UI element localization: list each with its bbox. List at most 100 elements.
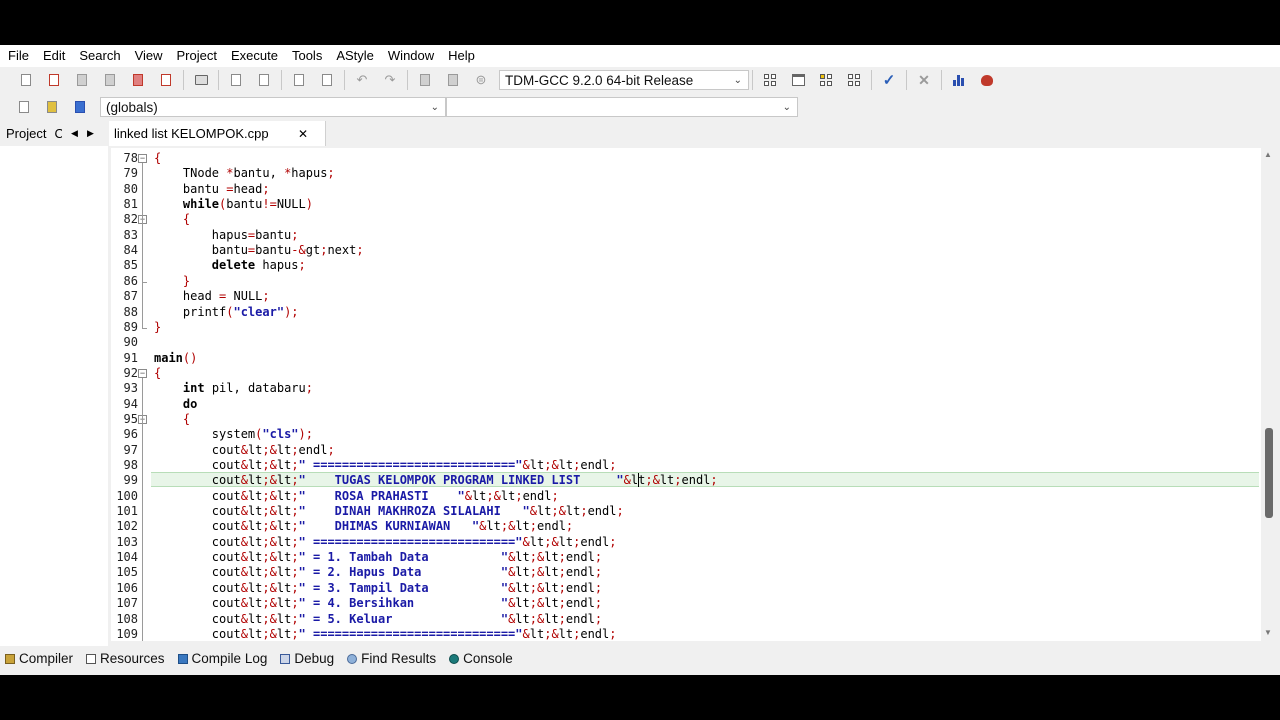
print-button[interactable] — [190, 69, 212, 91]
tab-compiler[interactable]: Compiler — [0, 651, 73, 666]
menu-file[interactable]: File — [0, 45, 36, 67]
compile-button[interactable] — [759, 69, 781, 91]
indent-button[interactable] — [288, 69, 310, 91]
save-all-button[interactable] — [99, 69, 121, 91]
tab-debug[interactable]: Debug — [275, 651, 334, 666]
menu-help[interactable]: Help — [441, 45, 482, 67]
menu-window[interactable]: Window — [381, 45, 441, 67]
code-line[interactable]: cout&lt;&lt;" TUGAS KELOMPOK PROGRAM LIN… — [154, 473, 718, 487]
code-line[interactable]: hapus=bantu; — [154, 228, 299, 242]
tab-classes[interactable]: C — [54, 126, 62, 141]
compiler-icon — [5, 653, 15, 664]
new-file-button[interactable] — [15, 69, 37, 91]
menu-astyle[interactable]: AStyle — [329, 45, 381, 67]
code-line[interactable]: TNode *bantu, *hapus; — [154, 166, 335, 180]
scroll-down-icon[interactable]: ▼ — [1264, 628, 1272, 637]
code-line[interactable]: delete hapus; — [154, 258, 306, 272]
code-line[interactable]: { — [154, 151, 161, 165]
bookmark-button[interactable] — [414, 69, 436, 91]
scrollbar-thumb[interactable] — [1265, 428, 1273, 518]
replace-button[interactable] — [253, 69, 275, 91]
tab-scroll-right-icon[interactable]: ▶ — [82, 128, 98, 139]
console-icon — [449, 653, 460, 664]
profile-button[interactable] — [948, 69, 970, 91]
goto-line-button[interactable]: ⊜ — [470, 69, 492, 91]
separator — [183, 70, 184, 90]
line-number: 93 — [123, 381, 138, 396]
rebuild-button[interactable] — [843, 69, 865, 91]
code-line[interactable]: cout&lt;&lt;" = 3. Tampil Data "&lt;&lt;… — [154, 581, 602, 595]
find-button[interactable] — [225, 69, 247, 91]
code-editor[interactable]: 78 79 80 81 82 83 84 85 86 87 88 89 90 91 92 93 94 95 96 97… — [111, 148, 1261, 641]
fold-toggle-icon[interactable]: − — [138, 154, 147, 163]
code-line[interactable]: bantu=bantu-&gt;next; — [154, 243, 364, 257]
code-line[interactable]: cout&lt;&lt;" ==========================… — [154, 535, 617, 549]
compiler-select[interactable]: TDM-GCC 9.2.0 64-bit Release ⌄ — [499, 70, 749, 90]
syntax-check-button[interactable]: ✓ — [878, 69, 900, 91]
tab-console[interactable]: Console — [444, 651, 513, 666]
scope-select[interactable]: (globals) ⌄ — [100, 97, 446, 117]
rebuild-icon — [848, 74, 860, 86]
close-all-button[interactable] — [155, 69, 177, 91]
close-tab-icon[interactable]: ✕ — [298, 127, 308, 141]
menu-tools[interactable]: Tools — [285, 45, 329, 67]
debug-button[interactable] — [976, 69, 998, 91]
toggle-button[interactable] — [69, 96, 91, 118]
stop-button[interactable]: ✕ — [913, 69, 935, 91]
code-line[interactable]: cout&lt;&lt;" = 2. Hapus Data "&lt;&lt;e… — [154, 565, 602, 579]
run-button[interactable] — [787, 69, 809, 91]
code-line[interactable]: printf("clear"); — [154, 305, 299, 319]
insert-button[interactable] — [41, 96, 63, 118]
code-line[interactable]: bantu =head; — [154, 182, 270, 196]
code-line[interactable]: cout&lt;&lt;" = 1. Tambah Data "&lt;&lt;… — [154, 550, 602, 564]
menu-view[interactable]: View — [128, 45, 170, 67]
code-line[interactable]: int pil, databaru; — [154, 381, 313, 395]
code-line[interactable]: main() — [154, 351, 197, 365]
tab-project[interactable]: Project — [6, 126, 46, 141]
tab-resources[interactable]: Resources — [81, 651, 165, 666]
code-line[interactable]: cout&lt;&lt;" DHIMAS KURNIAWAN "&lt;&lt;… — [154, 519, 573, 533]
menu-project[interactable]: Project — [170, 45, 224, 67]
goto-bookmark-button[interactable] — [442, 69, 464, 91]
tab-scroll-left-icon[interactable]: ◀ — [66, 128, 82, 139]
tab-compile-log[interactable]: Compile Log — [173, 651, 267, 666]
vertical-scrollbar[interactable]: ▲ ▼ — [1261, 148, 1277, 641]
code-line[interactable]: { — [154, 412, 190, 426]
code-line[interactable]: do — [154, 397, 197, 411]
code-line[interactable]: while(bantu!=NULL) — [154, 197, 313, 211]
tab-find-results[interactable]: Find Results — [342, 651, 436, 666]
compile-run-button[interactable] — [815, 69, 837, 91]
code-line[interactable]: cout&lt;&lt;" = 4. Bersihkan "&lt;&lt;en… — [154, 596, 602, 610]
code-line[interactable]: { — [154, 366, 161, 380]
separator — [407, 70, 408, 90]
code-line[interactable]: system("cls"); — [154, 427, 313, 441]
code-line[interactable]: cout&lt;&lt;" ROSA PRAHASTI "&lt;&lt;end… — [154, 489, 559, 503]
function-select[interactable]: ⌄ — [446, 97, 798, 117]
menu-execute[interactable]: Execute — [224, 45, 285, 67]
undo-button[interactable]: ↶ — [351, 69, 373, 91]
code-line[interactable]: cout&lt;&lt;" ==========================… — [154, 627, 617, 641]
scroll-up-icon[interactable]: ▲ — [1264, 150, 1272, 159]
code-line[interactable]: cout&lt;&lt;" ==========================… — [154, 458, 617, 472]
close-button[interactable] — [127, 69, 149, 91]
fold-toggle-icon[interactable]: − — [138, 368, 147, 378]
new-file-icon — [21, 74, 31, 86]
find-results-icon — [347, 653, 358, 664]
tab-file[interactable]: linked list KELOMPOK.cpp ✕ — [109, 121, 326, 146]
code-line[interactable]: { — [154, 212, 190, 226]
code-line[interactable]: head = NULL; — [154, 289, 270, 303]
menu-search[interactable]: Search — [72, 45, 127, 67]
line-number: 88 — [123, 304, 138, 319]
save-button[interactable] — [71, 69, 93, 91]
chart-icon — [953, 74, 965, 86]
code-line[interactable]: } — [154, 320, 161, 334]
new-class-button[interactable] — [13, 96, 35, 118]
code-line[interactable]: cout&lt;&lt;endl; — [154, 443, 335, 457]
redo-button[interactable]: ↷ — [379, 69, 401, 91]
open-button[interactable] — [43, 69, 65, 91]
code-line[interactable]: } — [154, 274, 190, 288]
unindent-button[interactable] — [316, 69, 338, 91]
menu-edit[interactable]: Edit — [36, 45, 72, 67]
code-line[interactable]: cout&lt;&lt;" DINAH MAKHROZA SILALAHI "&… — [154, 504, 624, 518]
code-line[interactable]: cout&lt;&lt;" = 5. Keluar "&lt;&lt;endl; — [154, 612, 602, 626]
